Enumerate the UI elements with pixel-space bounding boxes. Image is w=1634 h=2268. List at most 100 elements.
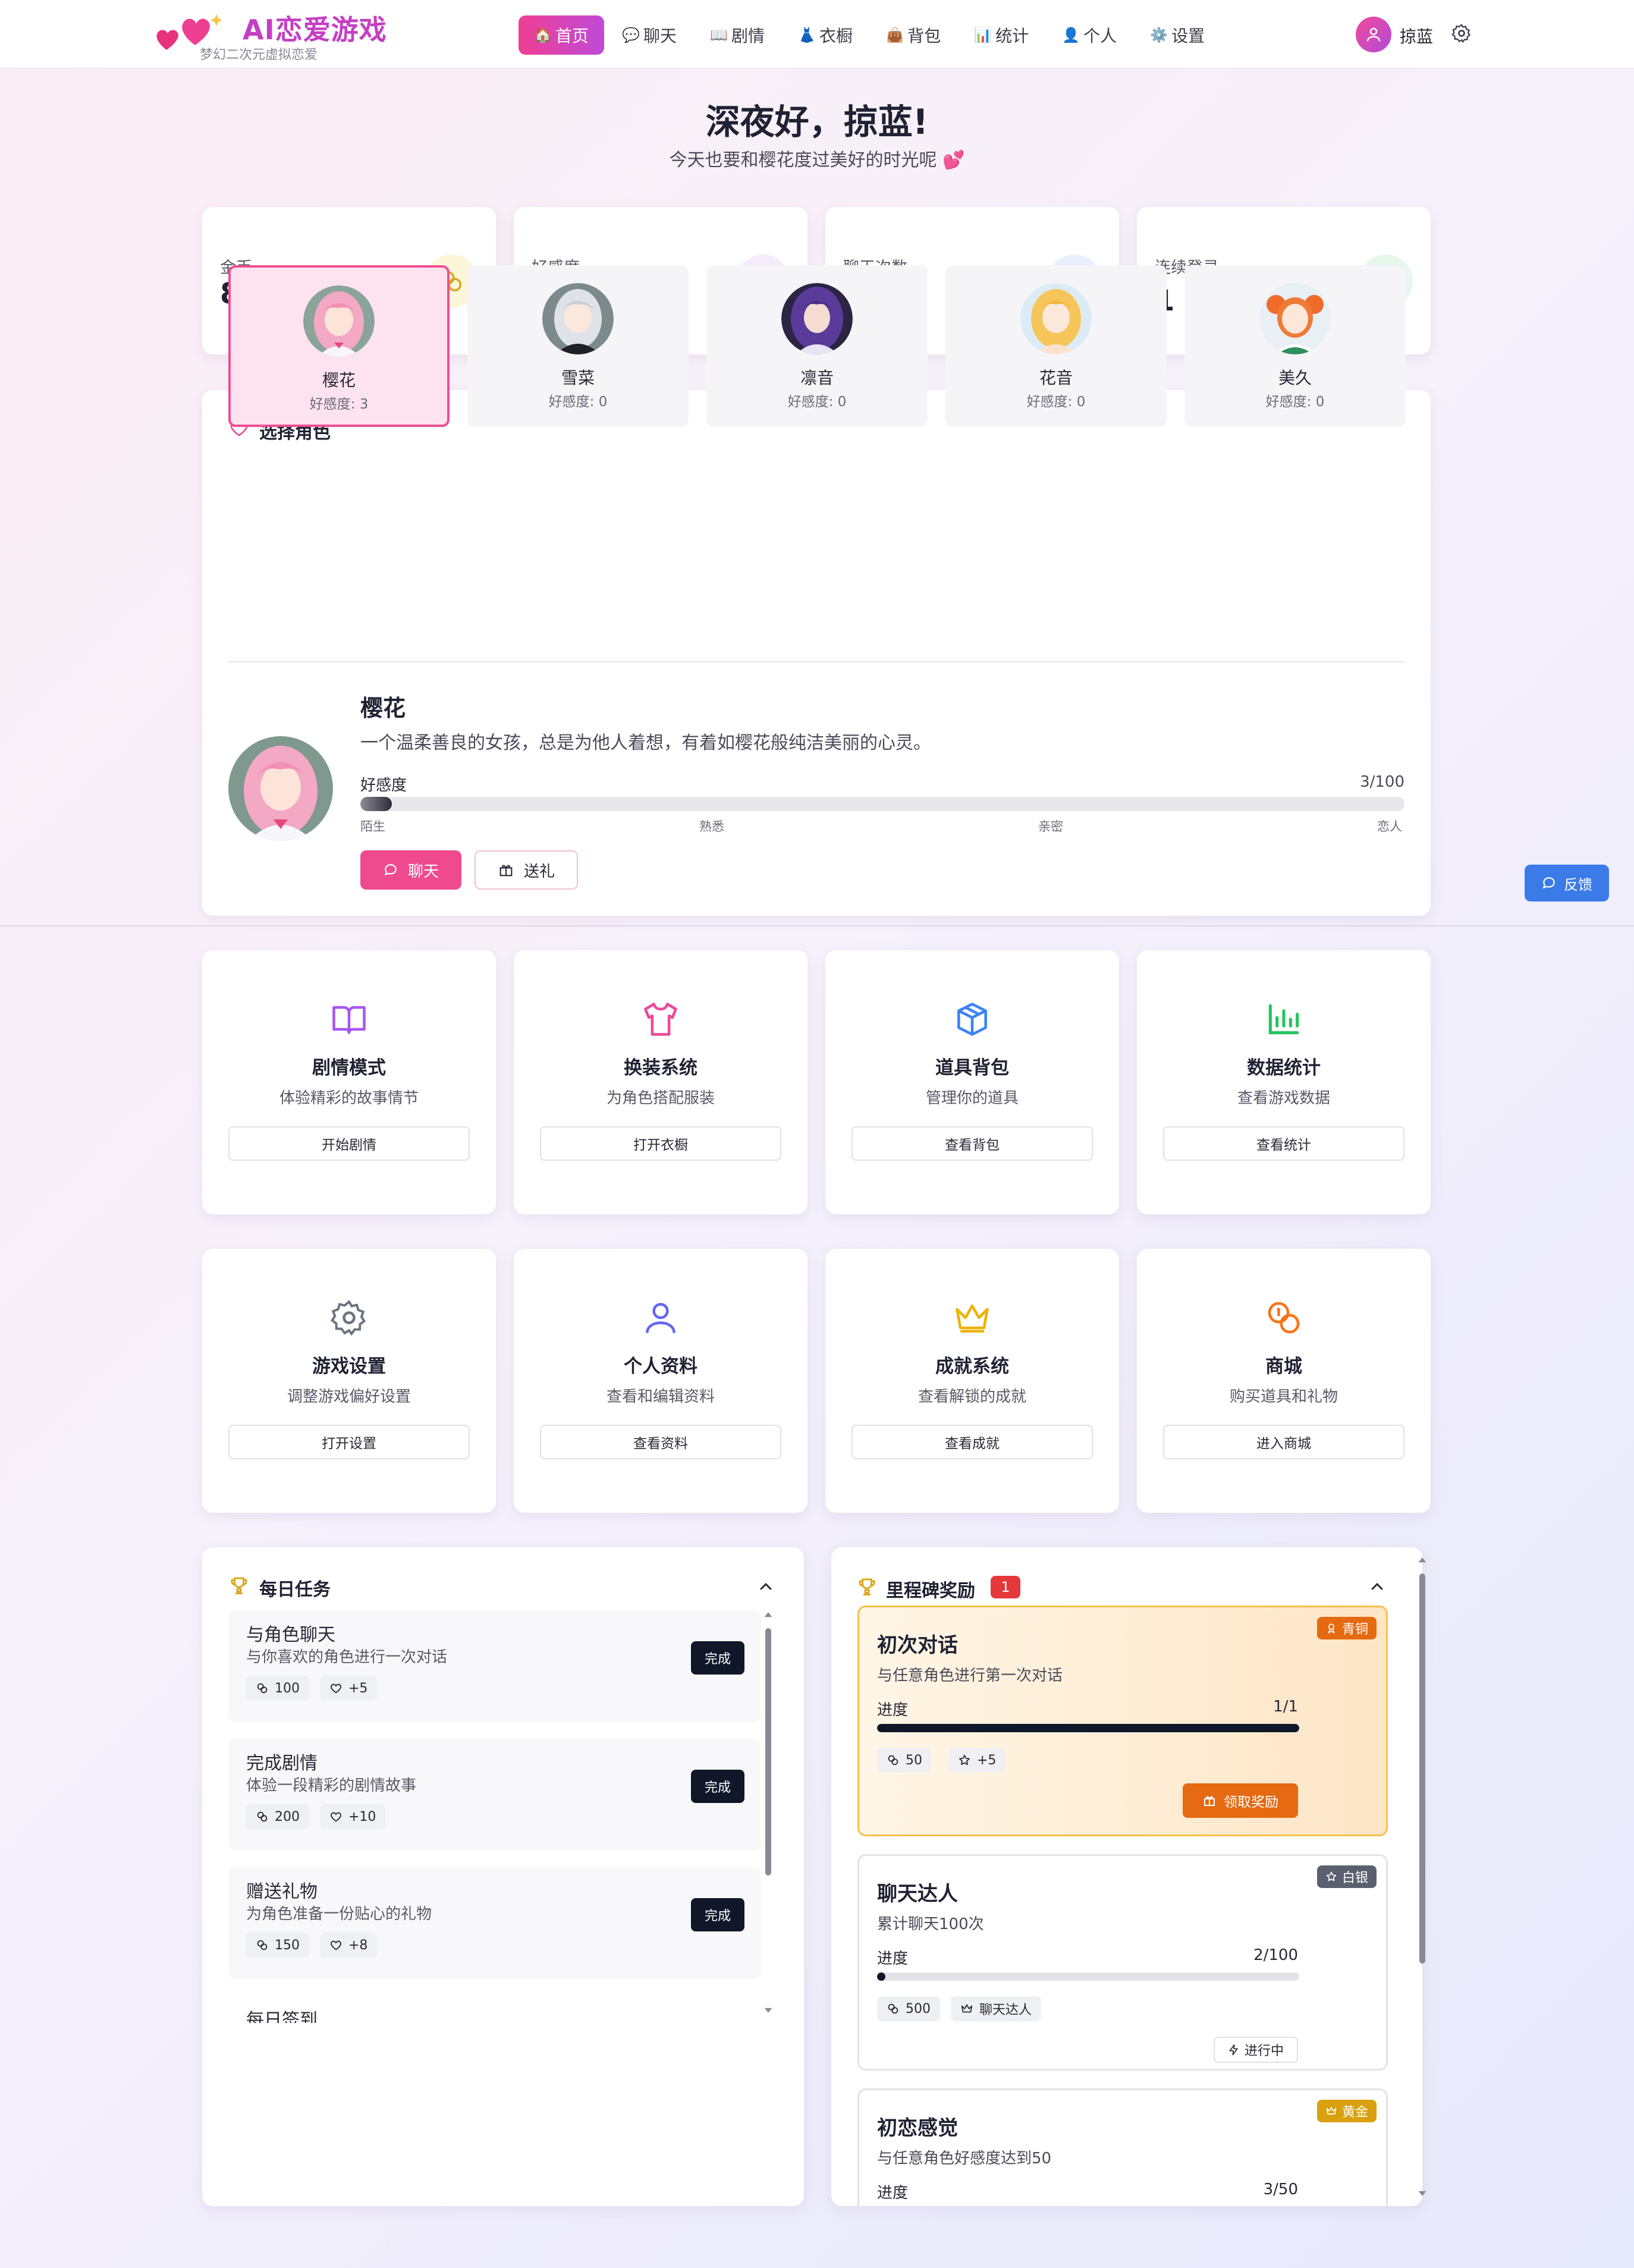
character-card-kanon[interactable]: 花音 好感度: 0 — [945, 265, 1167, 427]
user-avatar[interactable] — [1356, 17, 1391, 52]
milestone-title: 初次对话 — [877, 1634, 958, 1657]
status-label: 进行中 — [1244, 2044, 1284, 2059]
scrollbar-thumb[interactable] — [765, 1628, 771, 1876]
reward-value: 聊天达人 — [979, 2003, 1032, 2018]
enter-shop-button[interactable]: 进入商城 — [1163, 1425, 1404, 1459]
nav-wardrobe[interactable]: 👗 衣橱 — [783, 15, 868, 55]
complete-button[interactable]: 完成 — [691, 1770, 744, 1803]
character-affection: 好感度: 0 — [548, 394, 608, 410]
scroll-up-arrow-icon[interactable] — [1418, 1556, 1427, 1565]
task-item: 与角色聊天 与你喜欢的角色进行一次对话 100 +5 完成 — [228, 1610, 761, 1722]
app-subtitle: 梦幻二次元虚拟恋爱 — [200, 48, 318, 62]
view-stats-button[interactable]: 查看统计 — [1163, 1126, 1404, 1161]
character-card-yukina[interactable]: 雪菜 好感度: 0 — [467, 265, 689, 427]
feature-title: 换装系统 — [624, 1057, 697, 1079]
scroll-down-arrow-icon[interactable] — [763, 2005, 773, 2015]
start-story-button[interactable]: 开始剧情 — [228, 1126, 470, 1161]
milestone-desc: 与任意角色好感度达到50 — [877, 2150, 1052, 2168]
view-achievements-button[interactable]: 查看成就 — [851, 1425, 1093, 1459]
progress-label: 进度 — [877, 1950, 909, 1968]
complete-button[interactable]: 完成 — [691, 1641, 744, 1675]
top-navbar: AI恋爱游戏 梦幻二次元虚拟恋爱 🏠 首页 💬 聊天 📖 剧情 👗 衣橱 👜 背… — [0, 0, 1634, 69]
feedback-button[interactable]: 反馈 — [1525, 865, 1609, 901]
nav-profile[interactable]: 👤 个人 — [1047, 15, 1132, 55]
milestone-progress-fill — [877, 1972, 886, 1981]
coin-reward-chip: 500 — [877, 1996, 940, 2021]
task-title: 与角色聊天 — [246, 1625, 335, 1645]
feature-card-settings: 游戏设置 调整游戏偏好设置 打开设置 — [202, 1249, 496, 1513]
greeting-subtitle: 今天也要和樱花度过美好的时光呢 💕 — [669, 150, 965, 171]
affection-reward-chip: +8 — [320, 1933, 378, 1958]
selected-character-portrait — [228, 736, 333, 841]
section-title: 里程碑奖励 — [886, 1581, 975, 1601]
trophy-icon — [228, 1575, 250, 1596]
task-item: 完成剧情 体验一段精彩的剧情故事 200 +10 完成 — [228, 1739, 761, 1851]
scrollbar-thumb[interactable] — [1419, 1573, 1425, 1964]
chat-bubble-icon — [384, 864, 397, 876]
chevron-up-icon[interactable] — [756, 1577, 775, 1596]
character-card-rinne[interactable]: 凛音 好感度: 0 — [706, 265, 928, 427]
progress-label: 进度 — [877, 2184, 909, 2202]
nav-bag[interactable]: 👜 背包 — [871, 15, 956, 55]
character-card-sakura[interactable]: 樱花 好感度: 3 — [228, 265, 450, 427]
affection-progress-bar — [360, 797, 1404, 811]
scroll-down-arrow-icon[interactable] — [1418, 2188, 1427, 2198]
crown-icon — [956, 1304, 989, 1333]
feature-card-story: 剧情模式 体验精彩的故事情节 开始剧情 — [202, 950, 496, 1214]
feature-card-shop: 商城 购买道具和礼物 进入商城 — [1137, 1249, 1431, 1513]
complete-button[interactable]: 完成 — [691, 1898, 744, 1931]
nav-home[interactable]: 🏠 首页 — [519, 15, 605, 55]
coins-icon — [257, 1940, 268, 1950]
gift-button-label: 送礼 — [523, 862, 555, 881]
open-settings-button[interactable]: 打开设置 — [228, 1425, 470, 1459]
scroll-up-arrow-icon[interactable] — [763, 1610, 773, 1620]
feature-card-wardrobe: 换装系统 为角色搭配服装 打开衣橱 — [514, 950, 807, 1214]
nav-label: 统计 — [995, 26, 1029, 46]
view-inventory-button[interactable]: 查看背包 — [851, 1126, 1093, 1161]
settings-gear-icon[interactable] — [1451, 23, 1472, 44]
feature-desc: 查看和编辑资料 — [606, 1388, 715, 1406]
feature-title: 成就系统 — [935, 1356, 1009, 1377]
coins-icon — [257, 1811, 268, 1822]
coin-reward: 200 — [275, 1809, 300, 1824]
feature-card-inventory: 道具背包 管理你的道具 查看背包 — [825, 950, 1119, 1214]
nav-label: 衣橱 — [819, 26, 853, 46]
feature-card-stats: 数据统计 查看游戏数据 查看统计 — [1137, 950, 1431, 1214]
claim-reward-button[interactable]: 领取奖励 — [1183, 1783, 1298, 1818]
coin-reward: 100 — [275, 1680, 300, 1696]
view-profile-button[interactable]: 查看资料 — [540, 1425, 781, 1459]
feature-card-achievements: 成就系统 查看解锁的成就 查看成就 — [825, 1249, 1119, 1513]
character-card-miku[interactable]: 美久 好感度: 0 — [1184, 265, 1406, 427]
user-name[interactable]: 掠蓝 — [1400, 24, 1433, 48]
nav-chat[interactable]: 💬 聊天 — [607, 15, 692, 55]
character-affection: 好感度: 3 — [309, 397, 369, 412]
task-title: 完成剧情 — [246, 1753, 318, 1774]
star-icon — [959, 1754, 970, 1766]
feature-title: 道具背包 — [935, 1057, 1009, 1079]
milestone-card: 聊天达人 累计聊天100次 进度 2/100 白银 500 聊天达人 进行中 — [857, 1854, 1388, 2071]
gift-button[interactable]: 送礼 — [475, 850, 578, 890]
character-name: 樱花 — [322, 370, 356, 390]
feedback-label: 反馈 — [1564, 876, 1592, 893]
coin-reward-chip: 50 — [877, 1748, 932, 1773]
reward-value: 500 — [906, 2001, 931, 2016]
milestone-progress-bar — [877, 1724, 1299, 1732]
nav-label: 背包 — [907, 26, 941, 46]
nav-story[interactable]: 📖 剧情 — [695, 15, 780, 55]
character-affection: 好感度: 0 — [1265, 394, 1325, 410]
open-wardrobe-button[interactable]: 打开衣橱 — [540, 1126, 781, 1161]
affection-reward-chip: +10 — [320, 1804, 386, 1829]
dress-icon: 👗 — [798, 27, 816, 43]
feature-desc: 调整游戏偏好设置 — [287, 1388, 411, 1406]
claim-reward-label: 领取奖励 — [1224, 1795, 1278, 1810]
bar-chart-icon — [1268, 1004, 1299, 1035]
task-desc: 与你喜欢的角色进行一次对话 — [246, 1648, 448, 1666]
chevron-up-icon[interactable] — [1368, 1577, 1387, 1596]
nav-label: 剧情 — [731, 26, 765, 46]
nav-settings[interactable]: ⚙️ 设置 — [1135, 15, 1220, 55]
character-name: 花音 — [1039, 368, 1073, 388]
chat-button[interactable]: 聊天 — [360, 850, 461, 890]
coins-icon — [888, 1755, 898, 1766]
home-icon: 🏠 — [534, 27, 552, 43]
nav-stats[interactable]: 📊 统计 — [959, 15, 1044, 55]
